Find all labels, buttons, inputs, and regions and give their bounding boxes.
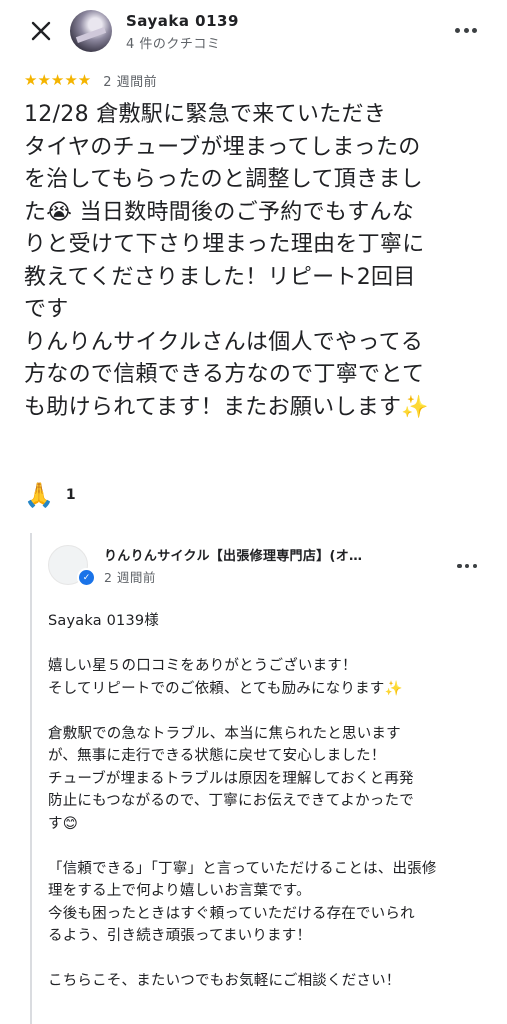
reply-divider — [30, 533, 32, 1024]
star-rating: ★★★★★ — [24, 71, 92, 89]
owner-name[interactable]: りんりんサイクル【出張修理専門店】(オ… — [104, 545, 434, 564]
reply-age: 2 週間前 — [104, 570, 156, 585]
reaction-count: 1 — [65, 487, 76, 503]
reply-more-options-button[interactable] — [457, 558, 477, 574]
more-dots-icon — [457, 563, 462, 569]
review-age: 2 週間前 — [103, 74, 158, 90]
more-dots-icon — [455, 27, 460, 33]
review-text: 12/28 倉敷駅に緊急で来ていただき タイヤのチューブが埋まってしまったの を… — [24, 102, 430, 420]
user-review-count: 4 件のクチコミ — [126, 37, 221, 52]
user-name[interactable]: Sayaka 0139 — [126, 12, 239, 30]
owner-reply-text: Sayaka 0139様 嬉しい星５の口コミをありがとうございます！ そしてリピ… — [48, 613, 437, 989]
more-options-button[interactable] — [455, 20, 477, 40]
pray-icon: 🙏 — [24, 481, 54, 509]
review-header: Sayaka 0139 4 件のクチコミ — [0, 0, 507, 62]
reaction-button[interactable]: 🙏 1 — [24, 480, 76, 510]
close-button[interactable] — [24, 14, 58, 48]
rating-row: ★★★★★ 2 週間前 — [24, 70, 157, 90]
close-icon — [31, 21, 51, 41]
verified-check-icon: ✓ — [77, 568, 96, 587]
user-avatar[interactable] — [70, 10, 112, 52]
